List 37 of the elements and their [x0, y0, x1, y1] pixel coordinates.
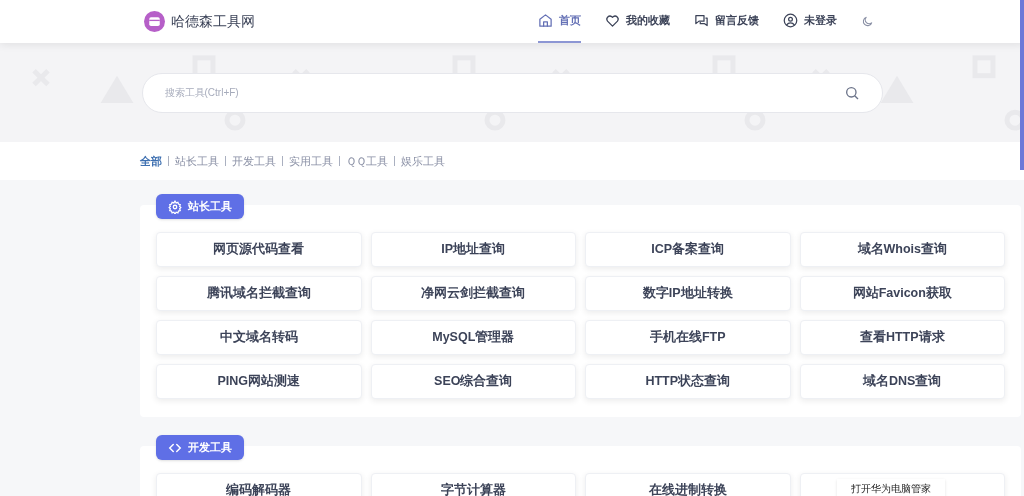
tool-button[interactable]: 域名DNS查询: [799, 364, 1005, 399]
search-bar[interactable]: 搜索工具(Ctrl+F): [141, 72, 883, 113]
tool-button[interactable]: 字节计算器: [370, 473, 576, 496]
logo-icon: [144, 11, 165, 32]
section-title: 开发工具: [188, 440, 232, 456]
heart-icon: [605, 13, 620, 28]
tool-button[interactable]: 净网云剑拦截查询: [370, 276, 576, 311]
tool-button[interactable]: 在线进制转换: [585, 473, 791, 496]
tool-button[interactable]: ICP备案查询: [585, 232, 791, 267]
tool-button[interactable]: 网页源代码查看: [156, 232, 362, 267]
tool-button[interactable]: PING网站测速: [156, 364, 362, 399]
tool-button[interactable]: SEO综合查询: [370, 364, 576, 399]
search-icon[interactable]: [843, 84, 860, 101]
moon-icon[interactable]: [861, 15, 874, 28]
tool-button[interactable]: 中文域名转码: [156, 320, 362, 355]
settings-icon: [168, 199, 182, 214]
tool-button[interactable]: MySQL管理器: [370, 320, 576, 355]
notification-popup[interactable]: 打开华为电脑管家: [836, 479, 945, 496]
nav-link[interactable]: 我的收藏: [605, 0, 670, 43]
nav-link[interactable]: 留言反馈: [694, 0, 759, 43]
tool-button[interactable]: HTTP状态查询: [585, 364, 791, 399]
tool-button[interactable]: 腾讯域名拦截查询: [156, 276, 362, 311]
home-icon: [538, 13, 553, 28]
user-icon: [783, 13, 798, 28]
tool-button[interactable]: 数字IP地址转换: [585, 276, 791, 311]
tool-button[interactable]: 编码解码器: [156, 473, 362, 496]
nav-link[interactable]: 未登录: [783, 0, 837, 43]
tool-button[interactable]: IP地址查询: [370, 232, 576, 267]
search-field[interactable]: 搜索工具(Ctrl+F): [164, 85, 844, 100]
chat-icon: [694, 13, 709, 28]
tool-button[interactable]: 网站Favicon获取: [799, 276, 1005, 311]
tool-button[interactable]: 域名Whois查询: [799, 232, 1005, 267]
category-link[interactable]: 全部: [140, 152, 162, 170]
tool-button[interactable]: 查看HTTP请求: [799, 320, 1005, 355]
tool-button[interactable]: 手机在线FTP: [585, 320, 791, 355]
section-title: 站长工具: [188, 199, 232, 215]
site-title: 哈德森工具网: [171, 12, 255, 31]
